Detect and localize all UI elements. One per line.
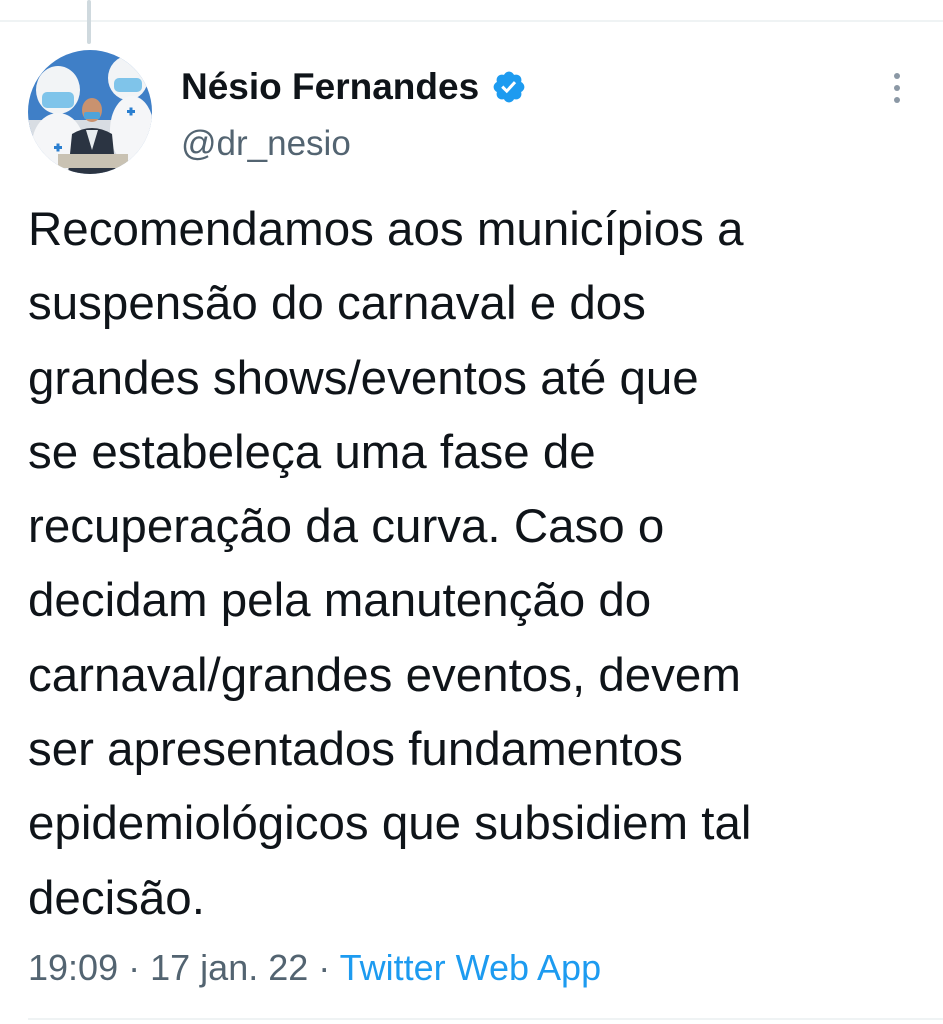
author-display-name[interactable]: Nésio Fernandes <box>181 66 479 108</box>
meta-separator: · <box>318 947 331 988</box>
tweet-source-link[interactable]: Twitter Web App <box>340 947 601 988</box>
more-dot <box>894 97 900 103</box>
more-dot <box>894 85 900 91</box>
more-options-icon[interactable] <box>880 68 914 108</box>
tweet-time[interactable]: 19:09 <box>28 947 118 988</box>
avatar[interactable] <box>28 50 152 174</box>
bottom-divider <box>28 1018 943 1020</box>
more-dot <box>894 73 900 79</box>
top-divider <box>0 20 943 22</box>
meta-separator: · <box>128 947 141 988</box>
thread-connector-line <box>87 0 91 44</box>
author-handle[interactable]: @dr_nesio <box>181 124 351 164</box>
tweet-metadata: 19:09 · 17 jan. 22 · Twitter Web App <box>28 943 601 993</box>
verified-badge-icon <box>493 71 525 103</box>
author-name-row: Nésio Fernandes <box>181 62 527 112</box>
tweet-date[interactable]: 17 jan. 22 <box>150 947 308 988</box>
avatar-image <box>28 50 152 174</box>
tweet-text: Recomendamos aos municípios a suspensão … <box>28 203 752 925</box>
